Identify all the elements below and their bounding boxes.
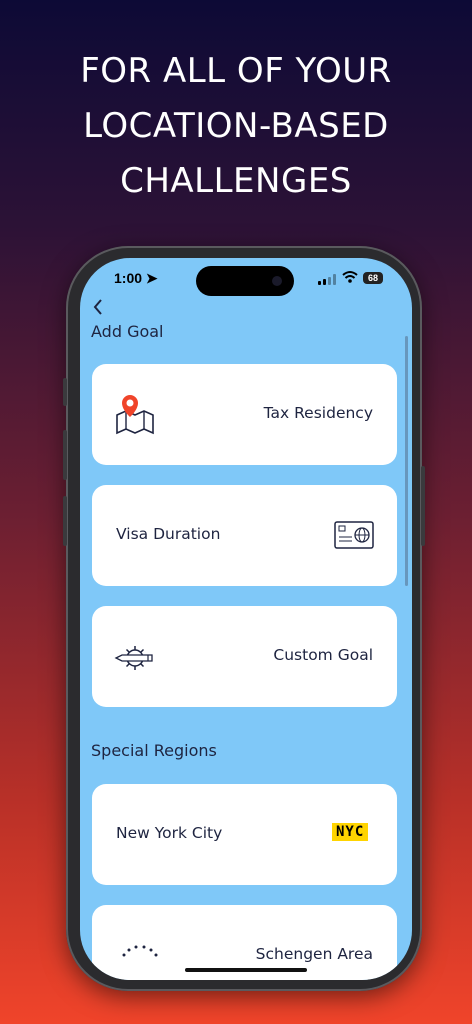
goal-card-custom-goal[interactable]: Custom Goal (92, 606, 397, 707)
status-time: 1:00 ➤ (114, 270, 158, 286)
chevron-left-icon (93, 299, 102, 315)
goal-label-tax-residency: Tax Residency (263, 404, 373, 422)
phone-side-button (63, 378, 67, 406)
goal-card-tax-residency[interactable]: Tax Residency (92, 364, 397, 465)
back-button[interactable] (92, 298, 104, 322)
battery-icon: 68 (363, 272, 383, 284)
promo-headline: FOR ALL OF YOUR LOCATION-BASED CHALLENGE… (0, 44, 472, 209)
location-arrow-icon: ➤ (145, 270, 158, 286)
goal-label-custom-goal: Custom Goal (273, 646, 373, 664)
phone-side-button (63, 496, 67, 546)
passport-card-icon (334, 521, 374, 554)
app-screen: 1:00 ➤ 68 Add Goal Tax Residency Visa Du… (80, 258, 412, 980)
phone-side-button (421, 466, 425, 546)
nyc-badge: NYC (332, 823, 369, 841)
wifi-icon (342, 270, 358, 287)
gear-pencil-icon (114, 644, 156, 677)
region-label-new-york-city: New York City (116, 824, 223, 842)
eu-stars-icon (120, 943, 160, 968)
home-indicator[interactable] (185, 968, 307, 972)
headline-line-2: LOCATION-BASED (83, 106, 389, 146)
region-card-new-york-city[interactable]: New York City NYC (92, 784, 397, 885)
phone-side-button (63, 430, 67, 480)
status-bar: 1:00 ➤ 68 (80, 270, 412, 290)
scrollbar[interactable] (405, 336, 408, 586)
headline-line-1: FOR ALL OF YOUR (80, 51, 392, 91)
headline-line-3: CHALLENGES (120, 161, 352, 201)
section-title-special-regions: Special Regions (91, 741, 217, 760)
map-pin-icon (114, 395, 156, 440)
section-title-add-goal: Add Goal (91, 322, 164, 341)
region-label-schengen-area: Schengen Area (255, 945, 373, 963)
goal-card-visa-duration[interactable]: Visa Duration (92, 485, 397, 586)
signal-icon (318, 273, 340, 285)
goal-label-visa-duration: Visa Duration (116, 525, 221, 543)
